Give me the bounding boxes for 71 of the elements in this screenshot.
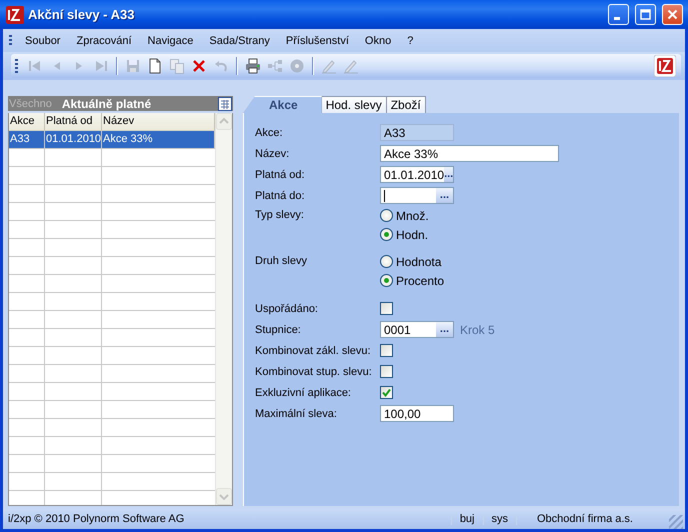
- close-icon: [667, 9, 678, 20]
- filter-tab[interactable]: Aktuálně platné: [62, 96, 152, 110]
- tab[interactable]: Hod. slevy: [320, 96, 387, 113]
- table-icon[interactable]: [218, 96, 232, 110]
- printer-icon[interactable]: [245, 58, 261, 74]
- field-label: Název:: [255, 148, 290, 160]
- menu-item[interactable]: Zpracování: [68, 32, 140, 48]
- maximize-icon: [640, 9, 651, 20]
- field-label: Platná do:: [255, 190, 306, 202]
- radio-button[interactable]: [380, 274, 393, 287]
- option-label: Množ.: [396, 208, 429, 222]
- field-label: Druh slevy: [255, 254, 308, 267]
- app-logo-icon: [654, 55, 676, 77]
- field-label: Kombinovat zákl. slevu:: [255, 344, 372, 356]
- radio-button[interactable]: [380, 255, 393, 268]
- checkbox[interactable]: [380, 365, 393, 378]
- column-header[interactable]: Platná od: [45, 113, 102, 131]
- radio-button[interactable]: [380, 209, 393, 222]
- menu-item[interactable]: Navigace: [140, 32, 202, 48]
- field-label: Uspořádáno:: [255, 302, 319, 314]
- app-logo-icon: [6, 6, 24, 24]
- document-icon[interactable]: [147, 58, 163, 74]
- field-value: 0001: [384, 322, 411, 336]
- checkbox[interactable]: [380, 386, 393, 399]
- table-cell[interactable]: 01.01.2010: [45, 131, 102, 149]
- field-label: Maximální sleva:: [255, 408, 338, 420]
- user-name: buj: [450, 513, 482, 525]
- column-header[interactable]: Akce: [9, 113, 45, 131]
- table-cell[interactable]: Akce 33%: [102, 131, 215, 149]
- field-label: Typ slevy:: [255, 208, 305, 221]
- menu-item[interactable]: Příslušenství: [278, 32, 357, 48]
- number-field[interactable]: 100,00: [380, 405, 454, 422]
- date-field[interactable]: 01.01.2010...: [380, 166, 454, 183]
- menu-item[interactable]: ?: [399, 32, 422, 48]
- browse-button[interactable]: ...: [436, 188, 453, 203]
- lookup-field[interactable]: 0001 ...: [380, 321, 454, 338]
- company-name: Obchodní firma a.s.: [516, 513, 669, 525]
- database-name: sys: [482, 513, 516, 525]
- menu-item[interactable]: Sada/Strany: [201, 32, 278, 48]
- table-cell[interactable]: A33: [9, 131, 45, 149]
- field-note: Krok 5: [460, 322, 495, 336]
- checkbox[interactable]: [380, 344, 393, 357]
- text-field[interactable]: Akce 33%: [380, 145, 559, 162]
- field-label: Kombinovat stup. slevu:: [255, 366, 373, 378]
- minimize-icon: [614, 16, 620, 20]
- field-label: Platná od:: [255, 168, 306, 180]
- menu-item[interactable]: Soubor: [17, 32, 68, 48]
- field-label: Akce:: [255, 126, 284, 138]
- date-field[interactable]: ...: [380, 187, 454, 204]
- minimize-button[interactable]: [608, 4, 629, 25]
- option-label: Procento: [396, 274, 444, 288]
- tab[interactable]: Akce: [243, 96, 322, 113]
- field-value: 01.01.2010: [384, 168, 444, 182]
- resize-grip[interactable]: [669, 515, 683, 529]
- radio-button[interactable]: [380, 228, 393, 241]
- delete-icon[interactable]: [191, 58, 207, 74]
- menu-item[interactable]: Okno: [356, 32, 400, 48]
- close-button[interactable]: [662, 4, 683, 25]
- copyright-text: i/2xp © 2010 Polynorm Software AG: [8, 513, 186, 525]
- checkbox[interactable]: [380, 302, 393, 315]
- field-label: Stupnice:: [255, 324, 302, 336]
- browse-button[interactable]: ...: [444, 167, 454, 182]
- maximize-button[interactable]: [635, 4, 656, 25]
- readonly-field: A33: [380, 124, 454, 141]
- option-label: Hodnota: [396, 254, 442, 268]
- window-title: Akční slevy - A33: [28, 7, 136, 22]
- browse-button[interactable]: ...: [436, 322, 453, 337]
- column-header[interactable]: Název: [102, 113, 215, 131]
- field-label: Exkluzivní aplikace:: [255, 386, 352, 398]
- option-label: Hodn.: [396, 228, 428, 242]
- tab[interactable]: Zboží: [386, 96, 426, 113]
